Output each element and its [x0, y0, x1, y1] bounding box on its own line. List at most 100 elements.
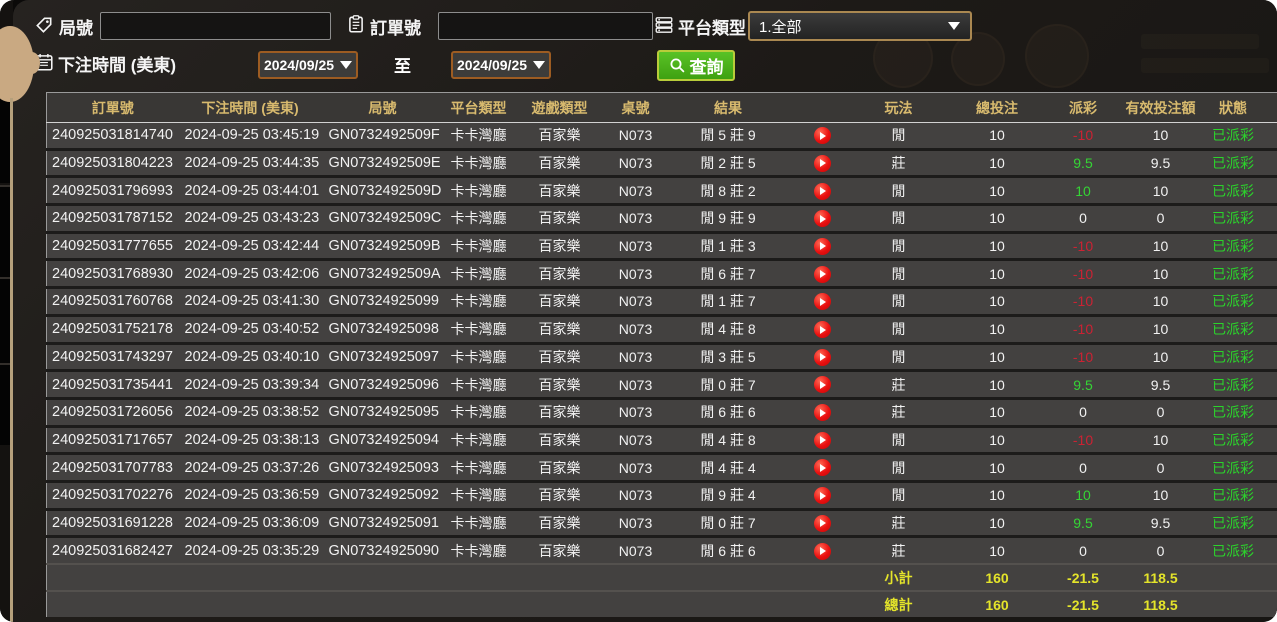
- cell-clipped: [1261, 371, 1277, 399]
- cell-order-no: 240925031777655: [47, 232, 179, 260]
- cell-game-type: 百家樂: [514, 260, 606, 288]
- cell-video: [791, 537, 854, 564]
- cell-valid-bet: 10: [1116, 123, 1206, 150]
- table-row: 240925031702276 2024-09-25 03:36:59 GN07…: [47, 481, 1277, 509]
- cell-bet-time: 2024-09-25 03:35:29: [179, 537, 322, 564]
- play-video-button[interactable]: [814, 155, 831, 172]
- table-row: 240925031777655 2024-09-25 03:42:44 GN07…: [47, 232, 1277, 260]
- table-row: 240925031760768 2024-09-25 03:41:30 GN07…: [47, 288, 1277, 316]
- play-video-button[interactable]: [814, 321, 831, 338]
- cell-result: 閒 9 莊 4: [666, 481, 791, 509]
- cell-table-no: N073: [606, 454, 666, 482]
- col-header-status: 狀態: [1206, 93, 1261, 123]
- cell-total-bet: 10: [944, 454, 1051, 482]
- cell-status: 已派彩: [1206, 454, 1261, 482]
- order-number-input[interactable]: [438, 12, 653, 40]
- play-video-button[interactable]: [814, 432, 831, 449]
- table-row: 240925031787152 2024-09-25 03:43:23 GN07…: [47, 205, 1277, 233]
- cell-payout: -10: [1051, 123, 1116, 150]
- date-to-picker[interactable]: 2024/09/25: [451, 51, 551, 79]
- cell-play-type: 莊: [854, 149, 944, 177]
- main-panel: 局號 訂單號 平台類型 1.全部 下注時間 (美東) 2024/09/25: [13, 0, 1277, 622]
- cell-order-no: 240925031717657: [47, 426, 179, 454]
- play-video-button[interactable]: [814, 376, 831, 393]
- cell-payout: 0: [1051, 398, 1116, 426]
- play-video-button[interactable]: [814, 183, 831, 200]
- cell-play-type: 閒: [854, 426, 944, 454]
- play-video-button[interactable]: [814, 404, 831, 421]
- play-video-button[interactable]: [814, 127, 831, 144]
- search-button[interactable]: 查詢: [657, 50, 735, 81]
- cell-valid-bet: 10: [1116, 232, 1206, 260]
- cell-order-no: 240925031768930: [47, 260, 179, 288]
- cell-total-bet: 10: [944, 343, 1051, 371]
- cell-play-type: 莊: [854, 537, 944, 564]
- play-video-button[interactable]: [814, 515, 831, 532]
- play-video-button[interactable]: [814, 210, 831, 227]
- cell-clipped: [1261, 398, 1277, 426]
- cell-valid-bet: 10: [1116, 481, 1206, 509]
- subtotal-label: 小計: [854, 564, 944, 591]
- cell-bet-time: 2024-09-25 03:36:09: [179, 509, 322, 537]
- cell-payout: 9.5: [1051, 149, 1116, 177]
- cell-round-no: GN07324925099: [322, 288, 444, 316]
- cell-platform: 卡卡灣廳: [444, 537, 514, 564]
- date-from-picker[interactable]: 2024/09/25: [258, 51, 358, 79]
- cell-play-type: 閒: [854, 454, 944, 482]
- play-video-button[interactable]: [814, 266, 831, 283]
- cell-total-bet: 10: [944, 177, 1051, 205]
- play-video-button[interactable]: [814, 459, 831, 476]
- table-row: 240925031804223 2024-09-25 03:44:35 GN07…: [47, 149, 1277, 177]
- table-row: 240925031707783 2024-09-25 03:37:26 GN07…: [47, 454, 1277, 482]
- cell-status: 已派彩: [1206, 509, 1261, 537]
- cell-video: [791, 232, 854, 260]
- sidebar-toggle-decoration[interactable]: [24, 52, 40, 74]
- cell-payout: -10: [1051, 315, 1116, 343]
- cell-payout: -10: [1051, 232, 1116, 260]
- cell-order-no: 240925031760768: [47, 288, 179, 316]
- table-row: 240925031717657 2024-09-25 03:38:13 GN07…: [47, 426, 1277, 454]
- cell-clipped: [1261, 343, 1277, 371]
- platform-type-label: 平台類型: [678, 14, 746, 39]
- col-header-game-type: 遊戲類型: [514, 93, 606, 123]
- cell-game-type: 百家樂: [514, 537, 606, 564]
- cell-table-no: N073: [606, 371, 666, 399]
- play-video-button[interactable]: [814, 487, 831, 504]
- play-video-button[interactable]: [814, 293, 831, 310]
- table-row: 240925031752178 2024-09-25 03:40:52 GN07…: [47, 315, 1277, 343]
- cell-result: 閒 3 莊 5: [666, 343, 791, 371]
- cell-video: [791, 343, 854, 371]
- cell-round-no: GN07324925092: [322, 481, 444, 509]
- cell-total-bet: 10: [944, 509, 1051, 537]
- table-row: 240925031768930 2024-09-25 03:42:06 GN07…: [47, 260, 1277, 288]
- cell-platform: 卡卡灣廳: [444, 288, 514, 316]
- table-footer: 小計 160 -21.5 118.5 總計 160 -21.5 118.5: [47, 564, 1277, 617]
- cell-valid-bet: 10: [1116, 288, 1206, 316]
- cell-platform: 卡卡灣廳: [444, 205, 514, 233]
- sidebar-item-block: [0, 185, 10, 277]
- cell-round-no: GN07324925091: [322, 509, 444, 537]
- cell-total-bet: 10: [944, 288, 1051, 316]
- play-video-button[interactable]: [814, 349, 831, 366]
- cell-table-no: N073: [606, 232, 666, 260]
- cell-clipped: [1261, 509, 1277, 537]
- play-video-button[interactable]: [814, 543, 831, 560]
- cell-payout: -10: [1051, 426, 1116, 454]
- grand-total-total-bet: 160: [944, 591, 1051, 617]
- col-header-valid-bet: 有效投注額: [1116, 93, 1206, 123]
- cell-result: 閒 0 莊 7: [666, 509, 791, 537]
- cell-play-type: 閒: [854, 232, 944, 260]
- round-number-input[interactable]: [100, 12, 331, 40]
- cell-valid-bet: 9.5: [1116, 371, 1206, 399]
- clipboard-icon: [346, 14, 366, 34]
- table-header: 訂單號 下注時間 (美東) 局號 平台類型 遊戲類型 桌號 結果 玩法 總投注 …: [47, 93, 1277, 123]
- play-video-button[interactable]: [814, 238, 831, 255]
- cell-game-type: 百家樂: [514, 343, 606, 371]
- cell-clipped: [1261, 232, 1277, 260]
- cell-table-no: N073: [606, 260, 666, 288]
- col-header-video: [791, 93, 854, 123]
- cell-valid-bet: 10: [1116, 177, 1206, 205]
- cell-play-type: 莊: [854, 509, 944, 537]
- cell-platform: 卡卡灣廳: [444, 260, 514, 288]
- platform-type-select[interactable]: 1.全部: [748, 11, 972, 41]
